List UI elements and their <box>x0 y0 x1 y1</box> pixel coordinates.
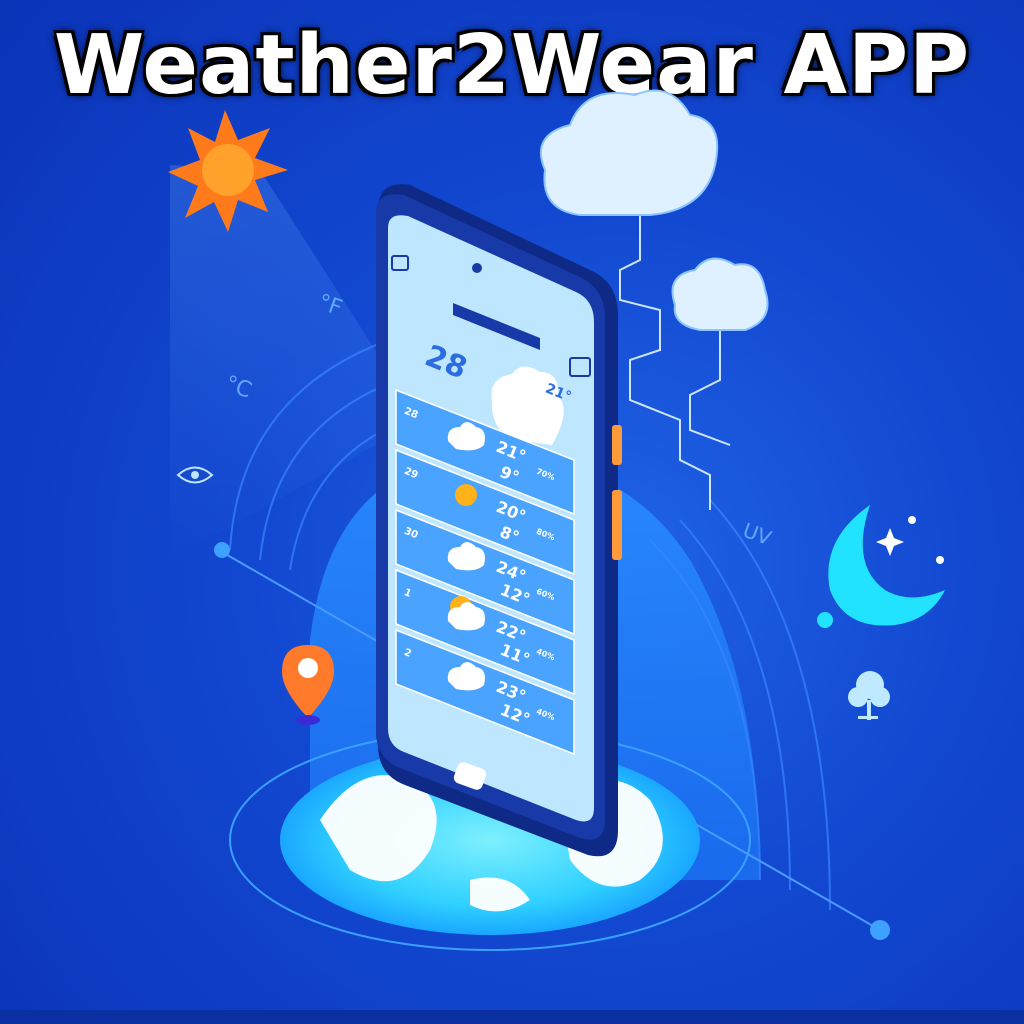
tree-icon <box>848 671 890 720</box>
bottom-bar <box>0 1010 1024 1024</box>
sun-icon <box>455 484 477 506</box>
moon-icon <box>817 505 945 628</box>
